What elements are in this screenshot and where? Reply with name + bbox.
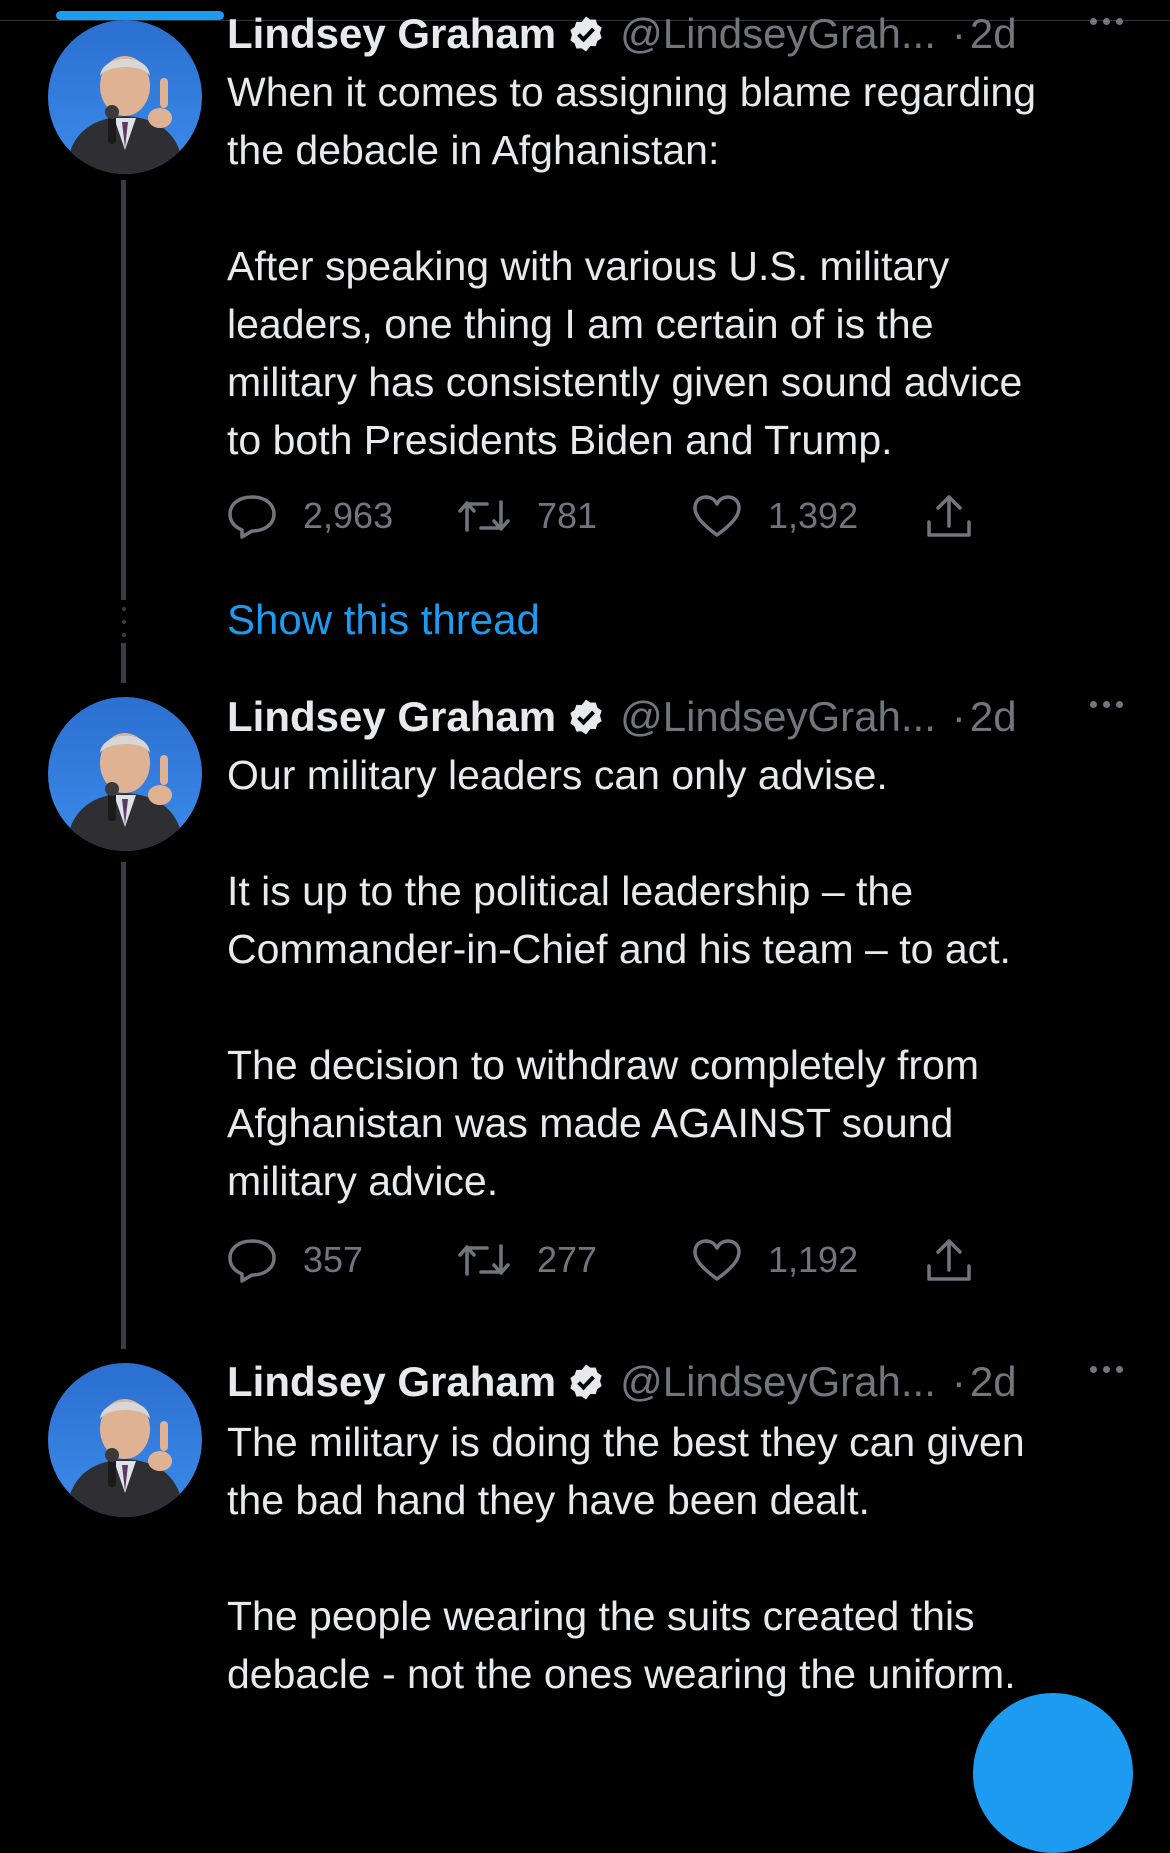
thread-connector-line — [121, 643, 126, 683]
like-count: 1,392 — [768, 495, 859, 536]
reply-button[interactable]: 357 — [227, 1230, 363, 1290]
reply-count: 2,963 — [303, 495, 394, 536]
thread-gap-dots — [121, 607, 126, 637]
avatar[interactable] — [48, 20, 202, 174]
more-icon[interactable] — [1090, 701, 1123, 708]
avatar[interactable] — [48, 1363, 202, 1517]
thread-connector-line — [121, 862, 126, 1349]
separator-dot: · — [951, 10, 966, 57]
show-thread-link[interactable]: Show this thread — [227, 596, 540, 644]
retweet-icon — [457, 1240, 511, 1280]
separator-dot: · — [951, 693, 966, 740]
like-count: 1,192 — [768, 1239, 859, 1280]
verified-badge-icon — [566, 1362, 606, 1402]
thread-connector-line — [121, 180, 126, 600]
author-name[interactable]: Lindsey Graham — [227, 693, 556, 741]
separator-dot: · — [951, 1358, 966, 1405]
share-icon — [925, 492, 973, 540]
top-tab-indicator — [56, 11, 224, 20]
author-handle[interactable]: @LindseyGrah... — [620, 693, 936, 741]
author-handle[interactable]: @LindseyGrah... — [620, 1358, 936, 1406]
tweet-header: Lindsey Graham @LindseyGrah... · 2d — [227, 1358, 1127, 1406]
tweet-text: When it comes to assigning blame regardi… — [227, 69, 1037, 463]
like-button[interactable]: 1,192 — [692, 1230, 858, 1290]
share-button[interactable] — [925, 486, 973, 546]
tweet-timestamp[interactable]: 2d — [970, 693, 1017, 741]
share-button[interactable] — [925, 1230, 973, 1290]
verified-badge-icon — [566, 697, 606, 737]
tweet-text: The military is doing the best they can … — [227, 1419, 1025, 1697]
author-handle[interactable]: @LindseyGrah... — [620, 10, 936, 58]
compose-tweet-button[interactable] — [973, 1693, 1133, 1853]
tweet-header: Lindsey Graham @LindseyGrah... · 2d — [227, 10, 1127, 58]
share-icon — [925, 1236, 973, 1284]
retweet-button[interactable]: 781 — [457, 486, 597, 546]
reply-button[interactable]: 2,963 — [227, 486, 393, 546]
reply-icon — [227, 493, 277, 539]
tweet-timestamp[interactable]: 2d — [970, 10, 1017, 58]
reply-count: 357 — [303, 1239, 364, 1280]
tweet-actions: 2,963 781 1,392 — [227, 486, 1047, 546]
tweet-timestamp[interactable]: 2d — [970, 1358, 1017, 1406]
like-button[interactable]: 1,392 — [692, 486, 858, 546]
avatar[interactable] — [48, 697, 202, 851]
heart-icon — [692, 494, 742, 538]
reply-icon — [227, 1237, 277, 1283]
retweet-button[interactable]: 277 — [457, 1230, 597, 1290]
retweet-icon — [457, 496, 511, 536]
retweet-count: 781 — [537, 495, 598, 536]
verified-badge-icon — [566, 14, 606, 54]
more-icon[interactable] — [1090, 1366, 1123, 1373]
author-name[interactable]: Lindsey Graham — [227, 10, 556, 58]
tweet-actions: 357 277 1,192 — [227, 1230, 1047, 1290]
tweet-header: Lindsey Graham @LindseyGrah... · 2d — [227, 693, 1127, 741]
heart-icon — [692, 1238, 742, 1282]
more-icon[interactable] — [1090, 18, 1123, 25]
author-name[interactable]: Lindsey Graham — [227, 1358, 556, 1406]
tweet-text: Our military leaders can only advise. It… — [227, 752, 1011, 1204]
retweet-count: 277 — [537, 1239, 598, 1280]
